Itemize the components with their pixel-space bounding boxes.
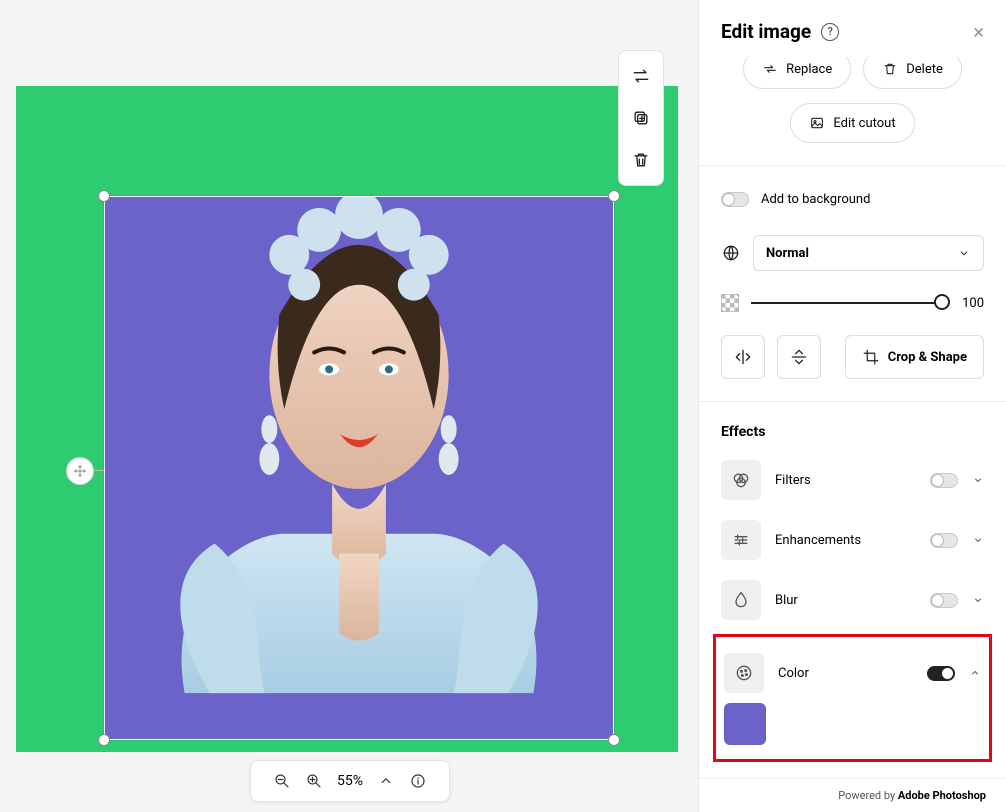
chevron-up-icon — [969, 667, 981, 679]
panel-scroll-area[interactable]: Replace Delete Edit cutout Add to backgr… — [699, 57, 1006, 778]
replace-label: Replace — [786, 62, 832, 77]
swap-icon — [631, 66, 651, 86]
color-label: Color — [778, 666, 913, 681]
panel-footer: Powered by Adobe Photoshop — [699, 778, 1006, 812]
canvas-floating-toolbar — [618, 50, 664, 186]
trash-icon — [631, 150, 651, 170]
color-expand[interactable] — [969, 664, 981, 683]
replace-icon — [762, 61, 778, 77]
add-to-background-toggle[interactable] — [721, 192, 749, 207]
enhancements-toggle[interactable] — [930, 533, 958, 548]
color-icon — [724, 653, 764, 693]
delete-canvas-button[interactable] — [622, 141, 660, 179]
panel-header: Edit image ? × — [699, 0, 1006, 57]
duplicate-button[interactable] — [622, 99, 660, 137]
blend-mode-value: Normal — [766, 246, 809, 261]
zoom-out-icon — [273, 772, 291, 790]
crop-shape-button[interactable]: Crop & Shape — [845, 335, 984, 379]
opacity-row: 100 — [699, 279, 1006, 313]
edit-image-panel: Edit image ? × Replace Delete Edit cutou… — [698, 0, 1006, 812]
opacity-slider[interactable] — [751, 293, 942, 313]
blend-mode-icon — [721, 243, 741, 263]
zoom-percent: 55% — [337, 773, 363, 789]
edit-cutout-label: Edit cutout — [833, 116, 895, 131]
blur-expand[interactable] — [972, 591, 984, 610]
resize-handle-bottom-left[interactable] — [98, 734, 110, 746]
edit-cutout-button[interactable]: Edit cutout — [790, 103, 914, 143]
color-toggle[interactable] — [927, 666, 955, 681]
chevron-down-icon — [972, 534, 984, 546]
chevron-down-icon — [957, 246, 971, 260]
opacity-slider-thumb[interactable] — [934, 294, 950, 310]
footer-brand: Adobe Photoshop — [898, 789, 986, 802]
canvas-area[interactable]: 55% — [0, 0, 698, 812]
image-selection[interactable] — [104, 196, 614, 740]
move-handle[interactable] — [66, 457, 94, 485]
zoom-in-icon — [305, 772, 323, 790]
info-button[interactable] — [409, 772, 427, 790]
footer-prefix: Powered by — [838, 789, 898, 802]
effects-heading: Effects — [699, 424, 1006, 440]
opacity-value: 100 — [954, 296, 984, 311]
zoom-bar: 55% — [250, 760, 450, 802]
chevron-down-icon — [972, 594, 984, 606]
enhancements-expand[interactable] — [972, 531, 984, 550]
effect-color: Color — [716, 643, 989, 703]
replace-button[interactable]: Replace — [743, 57, 851, 89]
delete-label: Delete — [906, 62, 943, 77]
opacity-icon — [721, 294, 739, 312]
close-button[interactable]: × — [973, 22, 984, 42]
chevron-down-icon — [972, 474, 984, 486]
color-swatch[interactable] — [724, 703, 766, 745]
effect-enhancements: Enhancements — [699, 510, 1006, 570]
resize-handle-top-right[interactable] — [608, 190, 620, 202]
blend-mode-select[interactable]: Normal — [753, 235, 984, 271]
delete-button[interactable]: Delete — [863, 57, 962, 89]
zoom-in-button[interactable] — [305, 772, 323, 790]
add-to-background-label: Add to background — [761, 192, 870, 207]
blur-icon — [721, 580, 761, 620]
filters-expand[interactable] — [972, 471, 984, 490]
crop-icon — [862, 348, 880, 366]
divider — [699, 165, 1006, 166]
move-handle-connector — [94, 470, 104, 471]
effect-blur: Blur — [699, 570, 1006, 630]
add-to-background-row: Add to background — [699, 188, 1006, 211]
resize-handle-top-left[interactable] — [98, 190, 110, 202]
zoom-out-button[interactable] — [273, 772, 291, 790]
duplicate-icon — [631, 108, 651, 128]
zoom-menu-button[interactable] — [377, 772, 395, 790]
trash-icon — [882, 61, 898, 77]
filters-toggle[interactable] — [930, 473, 958, 488]
filters-label: Filters — [775, 473, 916, 488]
info-icon — [409, 772, 427, 790]
enhancements-icon — [721, 520, 761, 560]
flip-vertical-button[interactable] — [777, 335, 821, 379]
flip-horizontal-button[interactable] — [721, 335, 765, 379]
effect-color-highlight: Color — [713, 634, 992, 762]
chevron-up-icon — [377, 772, 395, 790]
move-icon — [73, 464, 87, 478]
enhancements-label: Enhancements — [775, 533, 916, 548]
resize-handle-bottom-right[interactable] — [608, 734, 620, 746]
blur-label: Blur — [775, 593, 916, 608]
flip-horizontal-icon — [733, 347, 753, 367]
panel-title: Edit image — [721, 20, 811, 43]
effect-filters: Filters — [699, 450, 1006, 510]
swap-button[interactable] — [622, 57, 660, 95]
flip-vertical-icon — [789, 347, 809, 367]
help-button[interactable]: ? — [821, 23, 839, 41]
transform-row: Crop & Shape — [699, 313, 1006, 379]
blend-mode-row: Normal — [699, 227, 1006, 279]
blur-toggle[interactable] — [930, 593, 958, 608]
image-icon — [809, 115, 825, 131]
divider — [699, 401, 1006, 402]
crop-shape-label: Crop & Shape — [888, 350, 967, 365]
image-content — [105, 197, 613, 739]
filters-icon — [721, 460, 761, 500]
top-actions: Replace Delete — [699, 57, 1006, 89]
